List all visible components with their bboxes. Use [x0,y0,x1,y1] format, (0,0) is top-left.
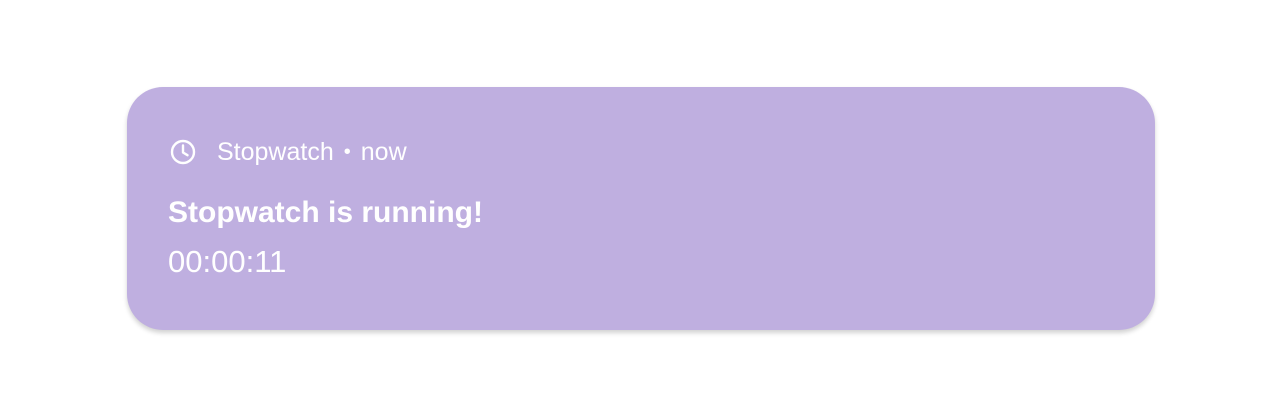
clock-icon [169,138,197,166]
stopwatch-notification[interactable]: Stopwatch • now Stopwatch is running! 00… [127,87,1155,330]
header-separator: • [343,141,351,163]
elapsed-time: 00:00:11 [168,244,287,279]
notification-time: now [360,138,407,166]
notification-header: Stopwatch • now [169,135,407,169]
app-name: Stopwatch [217,138,334,166]
notification-title: Stopwatch is running! [168,196,483,229]
